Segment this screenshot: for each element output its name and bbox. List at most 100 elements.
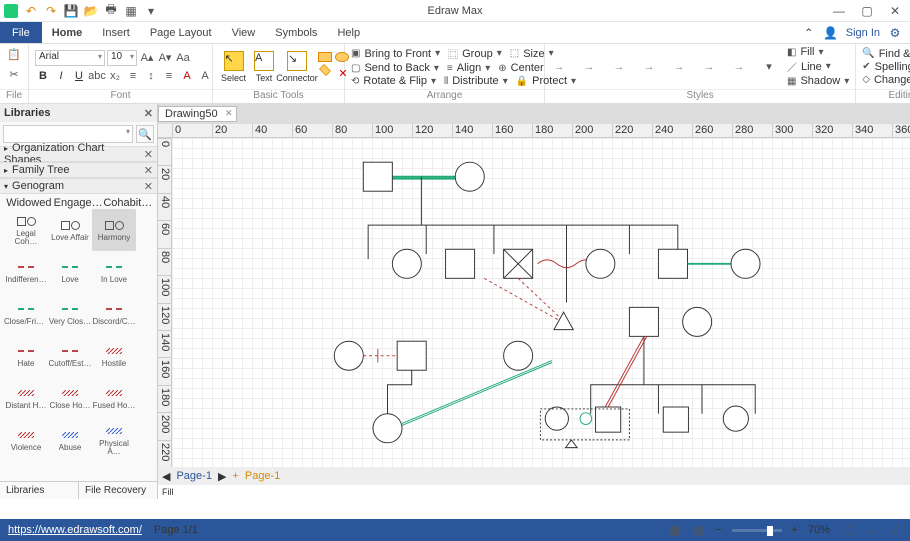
view-mode-1-icon[interactable]: ▦ <box>667 523 681 537</box>
group-button[interactable]: ⿴ Group ▾ <box>448 46 502 61</box>
footer-tab-libraries[interactable]: Libraries <box>0 482 79 499</box>
tab-home[interactable]: Home <box>42 22 93 43</box>
style-gallery[interactable]: →→→ →→→ → ▾ <box>551 59 777 75</box>
distribute-button[interactable]: ⫴ Distribute ▾ <box>444 75 508 87</box>
page-tab-2[interactable]: Page-1 <box>245 470 280 482</box>
page-tab[interactable]: Page-1 <box>176 470 211 482</box>
lib-genogram[interactable]: ▾Genogram✕ <box>0 178 157 194</box>
spelling-button[interactable]: ✔ Spelling Check <box>862 61 910 73</box>
text-tool[interactable]: AText <box>252 49 276 85</box>
tab-insert[interactable]: Insert <box>92 22 140 43</box>
footer-tab-recovery[interactable]: File Recovery <box>79 482 157 499</box>
line-button[interactable]: ／ Line ▾ <box>787 59 849 74</box>
bold-icon[interactable]: B <box>35 68 51 84</box>
align-icon[interactable]: ≡ <box>161 68 177 84</box>
collapse-ribbon-icon[interactable]: ⌃ <box>802 26 816 40</box>
rotate-flip-button[interactable]: ⟲ Rotate & Flip ▾ <box>351 75 436 87</box>
shape-item[interactable]: Harmony <box>92 209 136 251</box>
print-icon[interactable]: 🖶 <box>104 4 118 18</box>
drawing-canvas[interactable] <box>172 138 910 467</box>
select-tool[interactable]: ↖Select <box>219 49 248 85</box>
shape-item[interactable]: Abuse <box>48 419 92 461</box>
shape-item[interactable]: Close Ho… <box>48 377 92 419</box>
shape-item[interactable]: Violence <box>4 419 48 461</box>
fit-page-icon[interactable]: ⛶ <box>840 523 854 537</box>
spacing-icon[interactable]: ↕ <box>143 68 159 84</box>
doc-tab[interactable]: Drawing50✕ <box>158 106 237 122</box>
send-back-button[interactable]: ▢ Send to Back ▾ <box>351 62 439 74</box>
close-panel-icon[interactable]: ✕ <box>144 107 153 120</box>
strike-icon[interactable]: abc <box>89 68 105 84</box>
file-menu[interactable]: File <box>0 22 42 43</box>
tab-symbols[interactable]: Symbols <box>265 22 327 43</box>
bring-front-button[interactable]: ▣ Bring to Front ▾ <box>351 46 440 61</box>
italic-icon[interactable]: I <box>53 68 69 84</box>
fit-width-icon[interactable]: ↔ <box>864 523 878 537</box>
fill-label: Fill <box>162 487 178 497</box>
page-next-icon[interactable]: ▶ <box>218 470 226 483</box>
change-shape-button[interactable]: ◇ Change Shape ▾ <box>862 74 910 86</box>
shape-item[interactable]: Physical A… <box>92 419 136 461</box>
save-icon[interactable]: 💾 <box>64 4 78 18</box>
paste-icon[interactable]: 📋 <box>6 46 22 62</box>
shape-item[interactable]: In Love <box>92 251 136 293</box>
close-tab-icon[interactable]: ✕ <box>225 108 233 119</box>
zoom-slider[interactable] <box>732 529 782 532</box>
maximize-icon[interactable]: ▢ <box>860 4 874 18</box>
shape-item[interactable]: Cutoff/Est… <box>48 335 92 377</box>
view-mode-2-icon[interactable]: ▤ <box>691 523 705 537</box>
find-replace-button[interactable]: 🔍 Find & Replace <box>862 48 910 60</box>
connector-tool[interactable]: ↘Connector <box>280 49 314 85</box>
shape-item[interactable]: Close/Frie… <box>4 293 48 335</box>
clear-format-icon[interactable]: Aa <box>175 50 191 66</box>
redo-icon[interactable]: ↷ <box>44 4 58 18</box>
new-icon[interactable]: ▦ <box>124 4 138 18</box>
search-icon[interactable]: 🔍 <box>136 125 154 143</box>
grow-font-icon[interactable]: A▴ <box>139 50 155 66</box>
shape-item[interactable]: Love Affair <box>48 209 92 251</box>
center-button[interactable]: ⊕ Center <box>498 62 543 74</box>
shape-item[interactable]: Legal Coh… <box>4 209 48 251</box>
user-icon[interactable]: 👤 <box>824 26 838 40</box>
shadow-button[interactable]: ▦ Shadow ▾ <box>787 75 849 87</box>
close-icon[interactable]: ✕ <box>888 4 902 18</box>
font-name-combo[interactable]: Arial <box>35 50 105 66</box>
underline-icon[interactable]: U <box>71 68 87 84</box>
highlight-icon[interactable]: A <box>197 68 213 84</box>
cut-icon[interactable]: ✂ <box>6 66 22 82</box>
status-url[interactable]: https://www.edrawsoft.com/ <box>8 524 142 536</box>
zoom-out-icon[interactable]: − <box>715 524 721 536</box>
sign-in-link[interactable]: Sign In <box>846 27 880 39</box>
open-icon[interactable]: 📂 <box>84 4 98 18</box>
library-search-combo[interactable] <box>3 125 133 143</box>
tab-help[interactable]: Help <box>327 22 370 43</box>
undo-icon[interactable]: ↶ <box>24 4 38 18</box>
font-size-combo[interactable]: 10 <box>107 50 137 66</box>
add-page-icon[interactable]: + <box>232 470 238 482</box>
page-prev-icon[interactable]: ◀ <box>162 470 170 483</box>
bullets-icon[interactable]: ≡ <box>125 68 141 84</box>
align-button[interactable]: ≡ Align ▾ <box>447 62 490 74</box>
minimize-icon[interactable]: — <box>832 4 846 18</box>
shape-item[interactable]: Distant H… <box>4 377 48 419</box>
shape-item[interactable]: Hostile <box>92 335 136 377</box>
shape-item[interactable]: Love <box>48 251 92 293</box>
shape-item[interactable]: Fused Ho… <box>92 377 136 419</box>
shape-item[interactable]: Discord/C… <box>92 293 136 335</box>
font-color-icon[interactable]: A <box>179 68 195 84</box>
lib-org-chart[interactable]: ▸Organization Chart Shapes✕ <box>0 146 157 162</box>
fill-button[interactable]: ◧ Fill ▾ <box>787 46 849 58</box>
settings-icon[interactable]: ⚙ <box>888 26 902 40</box>
subscript-icon[interactable]: x₂ <box>107 68 123 84</box>
shape-item[interactable]: Hate <box>4 335 48 377</box>
fullscreen-icon[interactable]: ⤢ <box>888 523 902 537</box>
zoom-in-icon[interactable]: + <box>792 524 798 536</box>
tab-view[interactable]: View <box>222 22 266 43</box>
gallery-more-icon[interactable]: ▾ <box>761 59 777 75</box>
lib-family-tree[interactable]: ▸Family Tree✕ <box>0 162 157 178</box>
tab-page-layout[interactable]: Page Layout <box>140 22 222 43</box>
shrink-font-icon[interactable]: A▾ <box>157 50 173 66</box>
qat-dropdown-icon[interactable]: ▾ <box>144 4 158 18</box>
shape-item[interactable]: Indifferen… <box>4 251 48 293</box>
shape-item[interactable]: Very Clos… <box>48 293 92 335</box>
